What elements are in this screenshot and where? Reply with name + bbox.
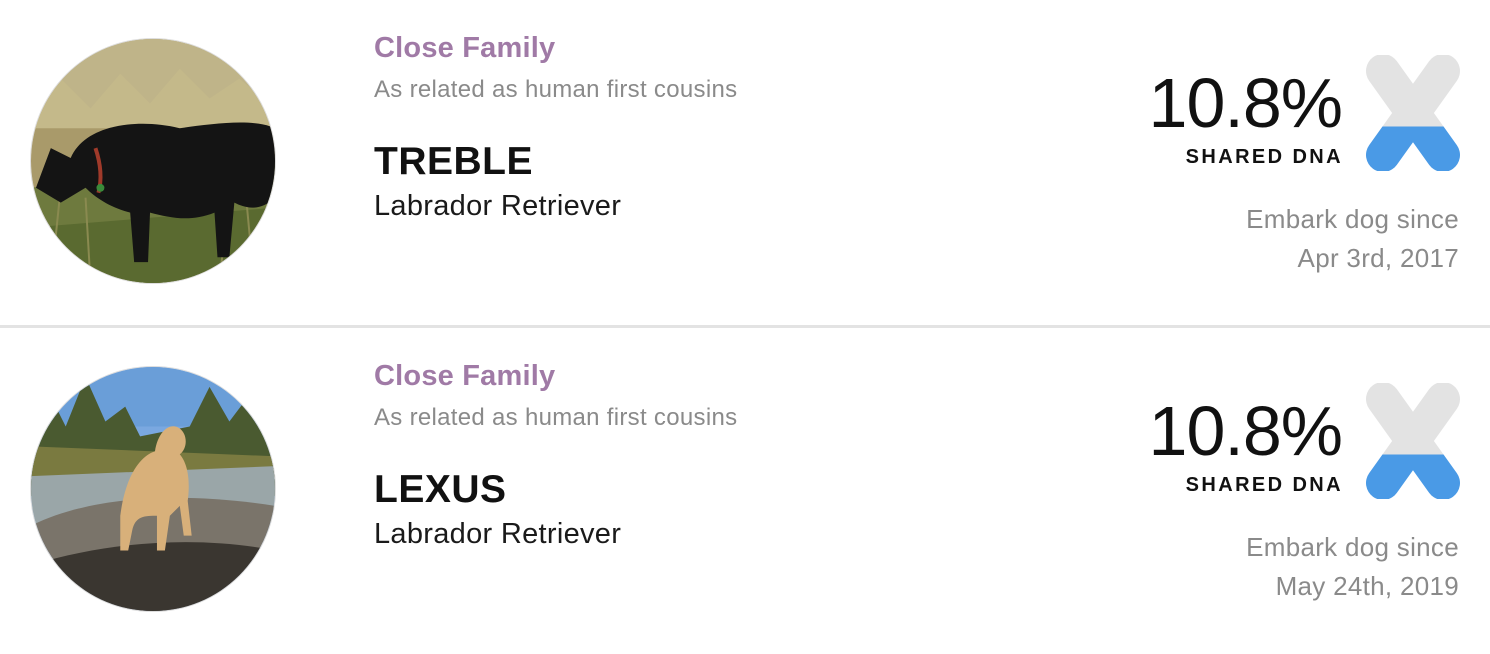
relationship-description: As related as human first cousins: [374, 76, 738, 103]
member-since-label: Embark dog since: [1246, 532, 1459, 562]
shared-dna-percent: 10.8%: [1148, 64, 1343, 142]
match-card-lexus[interactable]: Close Family As related as human first c…: [0, 328, 1490, 654]
relationship-label: Close Family: [374, 360, 556, 392]
dog-name[interactable]: LEXUS: [374, 468, 507, 512]
shared-dna-percent: 10.8%: [1148, 392, 1343, 470]
relationship-label: Close Family: [374, 32, 556, 64]
member-since-date: May 24th, 2019: [1275, 571, 1459, 601]
dog-name[interactable]: TREBLE: [374, 140, 533, 184]
dog-photo-avatar: [30, 38, 276, 284]
chromosome-icon: [1366, 383, 1460, 499]
member-since-date: Apr 3rd, 2017: [1297, 243, 1459, 273]
match-card-treble[interactable]: Close Family As related as human first c…: [0, 0, 1490, 326]
dog-photo-avatar: [30, 366, 276, 612]
chromosome-icon: [1366, 55, 1460, 171]
dog-breed: Labrador Retriever: [374, 190, 622, 222]
shared-dna-label: SHARED DNA: [1185, 146, 1343, 168]
shared-dna-label: SHARED DNA: [1185, 474, 1343, 496]
dog-breed: Labrador Retriever: [374, 518, 622, 550]
member-since-label: Embark dog since: [1246, 204, 1459, 234]
relationship-description: As related as human first cousins: [374, 404, 738, 431]
